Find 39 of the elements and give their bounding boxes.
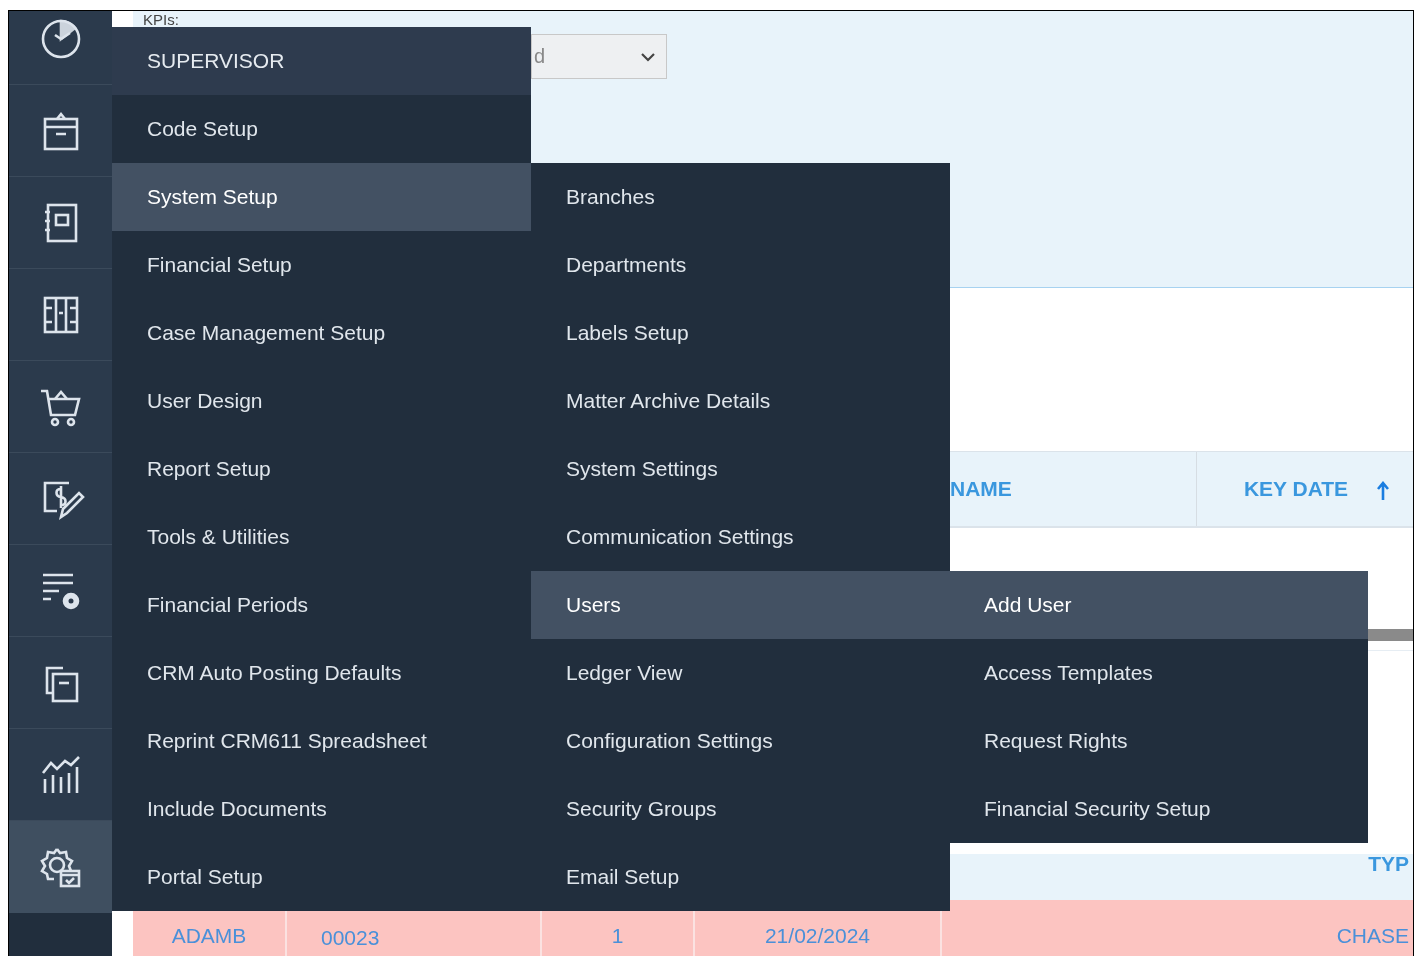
sidebar-item[interactable] [9,637,112,729]
menu-item[interactable]: Code Setup [112,95,531,163]
menu-item[interactable]: Report Setup [112,435,531,503]
menu-item[interactable]: Include Documents [112,775,531,843]
menu-item[interactable]: Labels Setup [531,299,950,367]
menu-item[interactable]: Case Management Setup [112,299,531,367]
menu-item[interactable]: Configuration Settings [531,707,950,775]
menu-header: SUPERVISOR [112,27,531,95]
menu-item[interactable]: Tools & Utilities [112,503,531,571]
menu-item[interactable]: CRM Auto Posting Defaults [112,639,531,707]
sidebar-item[interactable] [9,545,112,637]
sidebar-item[interactable] [9,269,112,361]
menu-item[interactable]: Reprint CRM611 Spreadsheet [112,707,531,775]
menu-item[interactable]: Security Groups [531,775,950,843]
menu-item[interactable]: Matter Archive Details [531,367,950,435]
menu-item[interactable]: Request Rights [949,707,1368,775]
kpi-label: KPIs: [143,11,179,28]
menu-item[interactable]: Ledger View [531,639,950,707]
menu-item[interactable]: Financial Security Setup [949,775,1368,843]
menu-item[interactable]: User Design [112,367,531,435]
menu-item[interactable]: Add User [949,571,1368,639]
chevron-down-icon [640,51,656,62]
menu-item[interactable]: Users [531,571,950,639]
table-cell-text: ADAMB [170,923,248,949]
menu-item[interactable]: Financial Setup [112,231,531,299]
sidebar-item[interactable] [9,361,112,453]
menu-item[interactable]: System Setup [112,163,531,231]
sidebar-item[interactable] [9,821,112,913]
menu-item[interactable]: Access Templates [949,639,1368,707]
sidebar-item[interactable] [9,177,112,269]
menu-item[interactable]: Departments [531,231,950,299]
sidebar-item[interactable] [9,453,112,545]
menu-item[interactable]: Communication Settings [531,503,950,571]
menu-item[interactable]: Financial Periods [112,571,531,639]
sidebar-item[interactable] [9,729,112,821]
menu-item[interactable]: System Settings [531,435,950,503]
sidebar-item[interactable] [9,85,112,177]
menu-item[interactable]: Branches [531,163,950,231]
sidebar-item[interactable] [9,11,112,85]
